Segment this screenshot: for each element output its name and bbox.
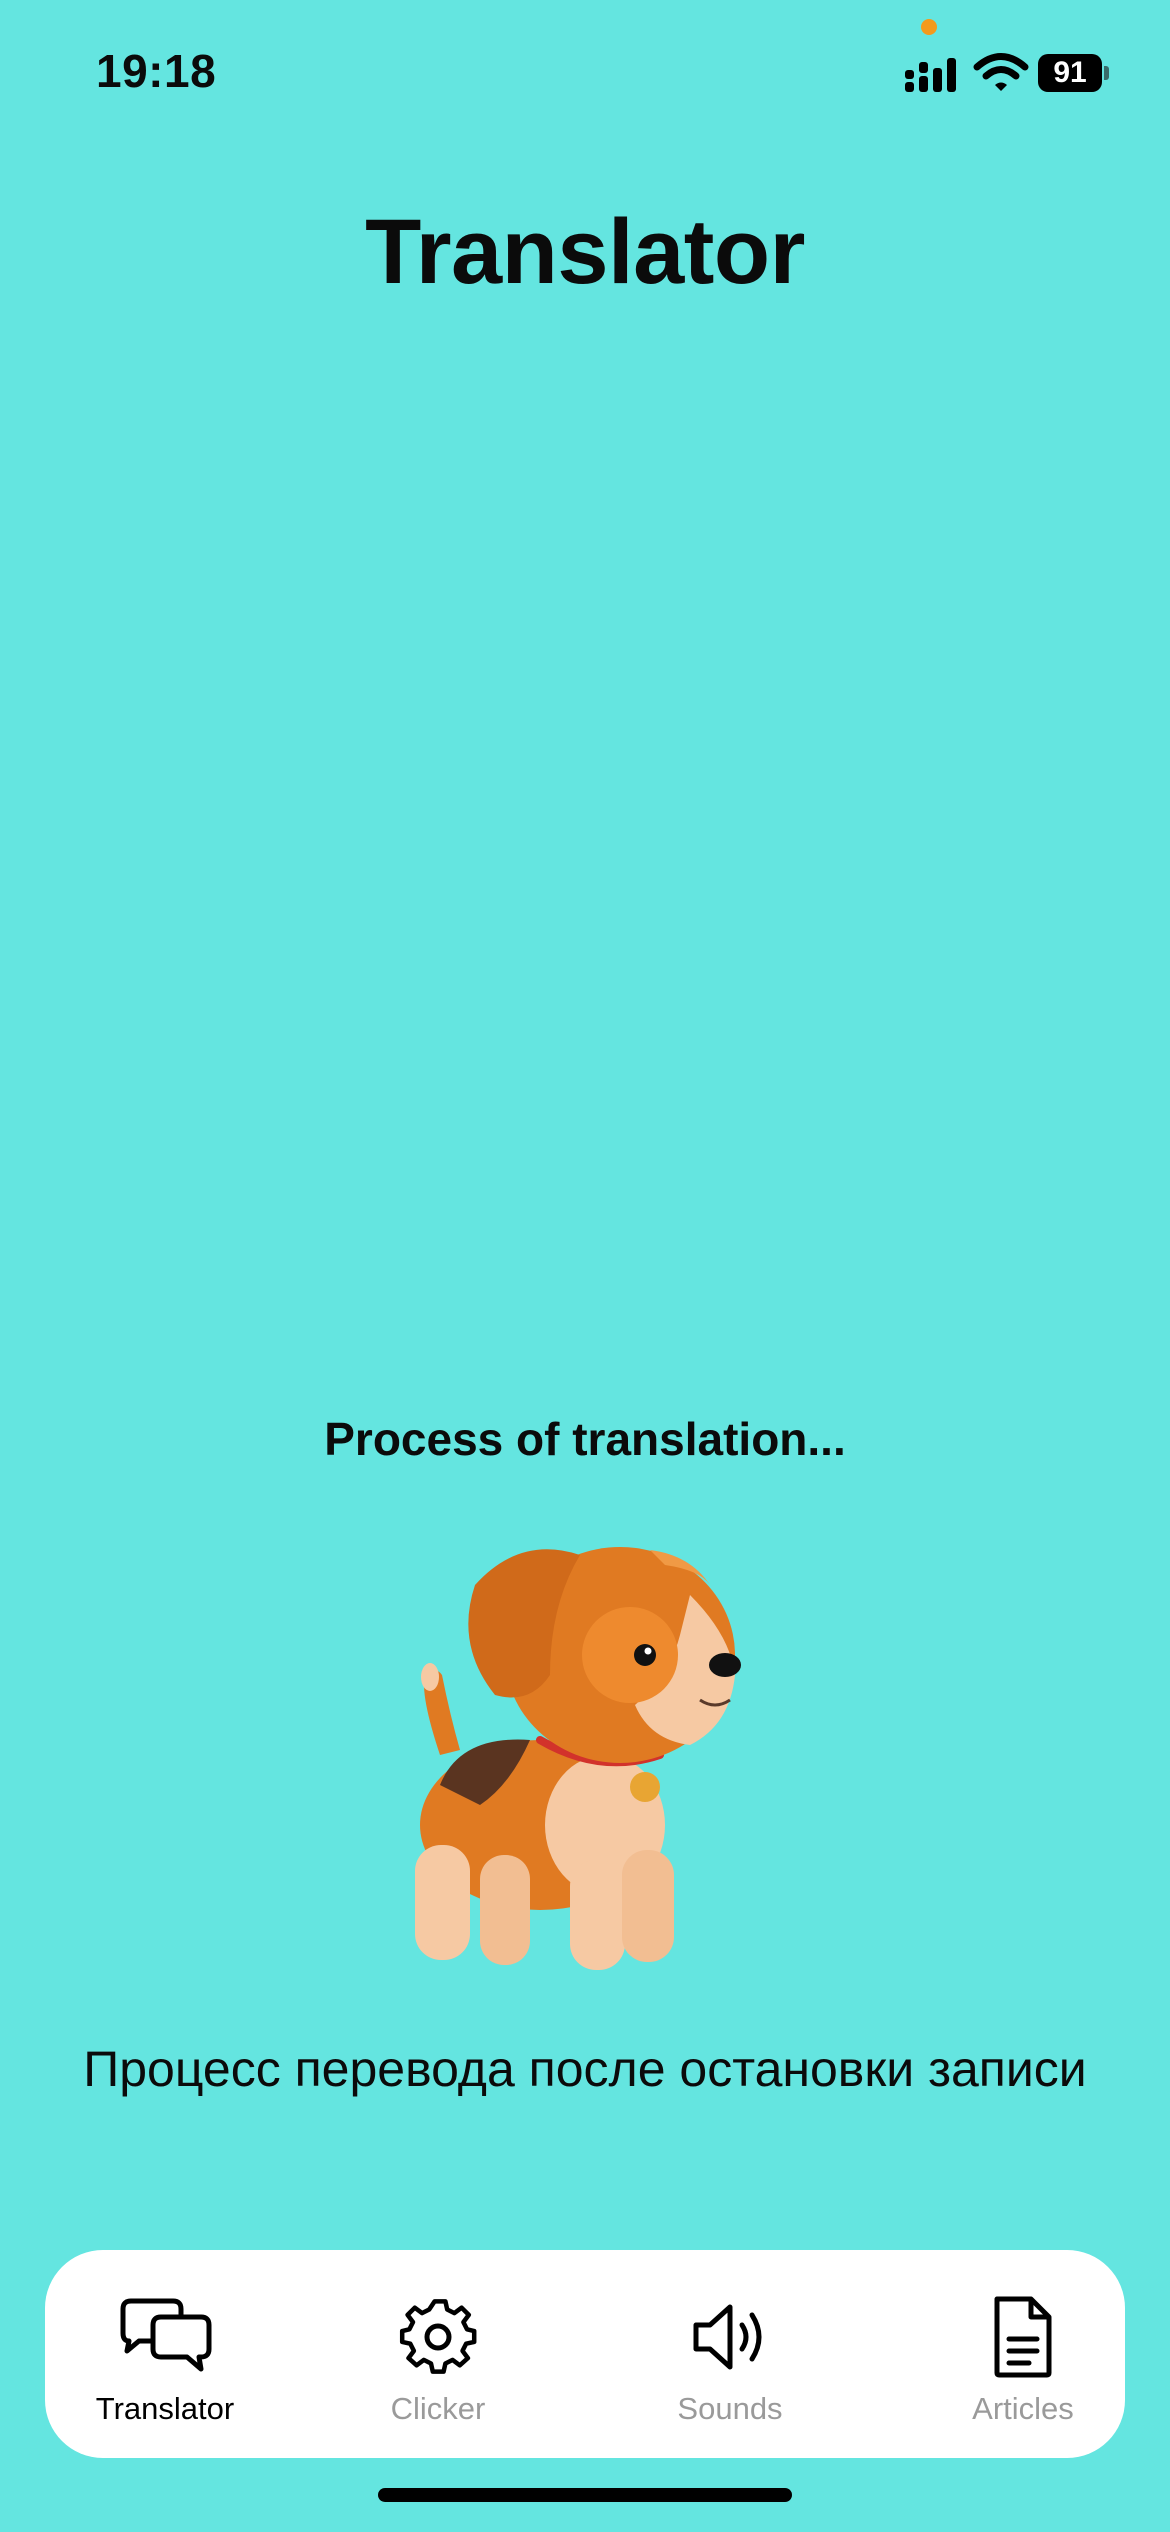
translation-status-label: Process of translation...: [324, 1413, 846, 1465]
translation-description: Процесс перевода после остановки записи: [83, 2041, 1087, 2097]
document-icon: [994, 2296, 1052, 2378]
page-title: Translator: [365, 201, 805, 303]
battery-level: 91: [1038, 54, 1102, 92]
tab-translator[interactable]: Translator: [65, 2250, 265, 2458]
cellular-signal-icon: [905, 58, 956, 92]
tab-clicker-label: Clicker: [390, 2391, 486, 2426]
tab-bar: Translator Clicker Sounds Articles: [45, 2250, 1125, 2458]
speaker-icon: [693, 2304, 762, 2370]
status-bar: 19:18 91: [0, 0, 1170, 150]
battery-indicator: 91: [1038, 54, 1110, 92]
tab-articles[interactable]: Articles: [923, 2250, 1123, 2458]
privacy-indicator-dot: [921, 19, 937, 35]
gear-icon: [399, 2299, 477, 2374]
puppy-illustration: [415, 1547, 741, 1970]
status-time: 19:18: [96, 45, 217, 97]
home-indicator[interactable]: [378, 2488, 792, 2502]
wifi-icon: [973, 53, 1029, 91]
battery-cap: [1104, 66, 1109, 80]
chat-bubbles-icon: [120, 2298, 212, 2372]
tab-clicker[interactable]: Clicker: [338, 2250, 538, 2458]
tab-articles-label: Articles: [972, 2391, 1074, 2426]
tab-translator-label: Translator: [95, 2391, 235, 2426]
tab-sounds[interactable]: Sounds: [630, 2250, 830, 2458]
tab-sounds-label: Sounds: [677, 2391, 783, 2426]
